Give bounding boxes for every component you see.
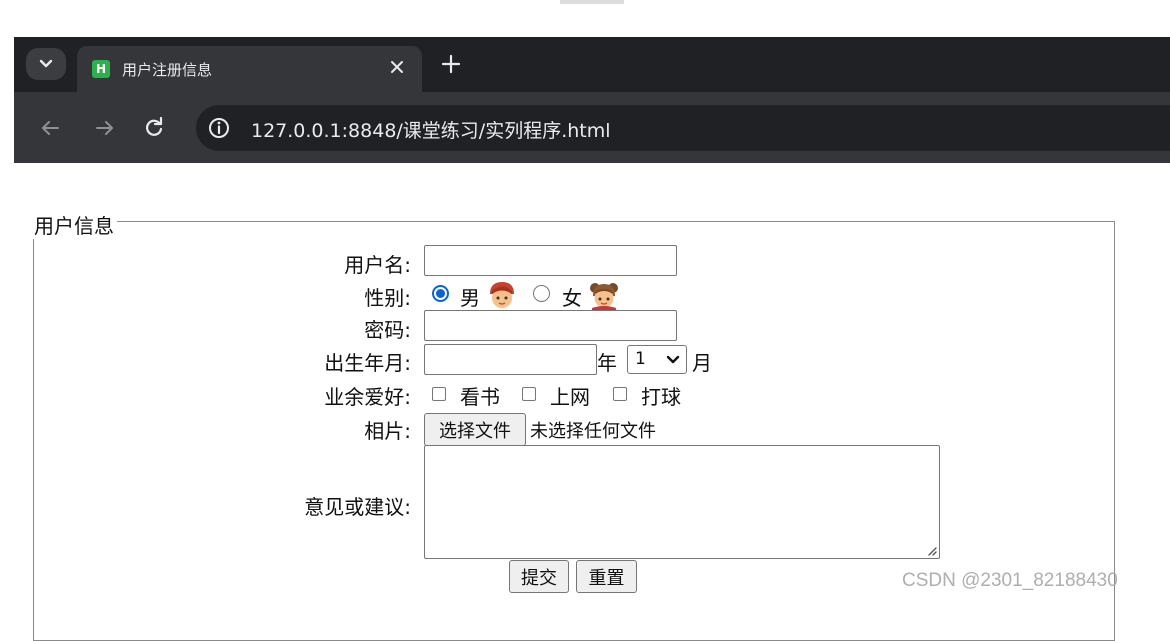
csdn-watermark: CSDN @2301_82188430 xyxy=(902,570,1118,591)
plus-icon[interactable] xyxy=(440,53,462,75)
tab-title: 用户注册信息 xyxy=(122,61,213,79)
suggestion-label: 意见或建议: xyxy=(304,495,411,519)
tab-active[interactable]: H 用户注册信息 xyxy=(77,46,422,92)
username-input[interactable] xyxy=(424,245,677,276)
gender-female-radio[interactable] xyxy=(533,285,550,302)
birth-month-select[interactable]: 1 xyxy=(627,345,687,374)
back-arrow-icon[interactable] xyxy=(38,116,62,140)
suggestion-textarea[interactable] xyxy=(424,445,940,559)
gender-label: 性别: xyxy=(364,286,411,310)
reload-icon[interactable] xyxy=(142,116,166,140)
hobby-ball-checkbox[interactable] xyxy=(613,387,627,401)
birth-month-value: 1 xyxy=(635,349,646,369)
desktop-top-strip xyxy=(0,0,1170,37)
password-label: 密码: xyxy=(364,318,411,342)
address-bar[interactable]: 127.0.0.1:8848/课堂练习/实列程序.html xyxy=(196,105,1170,151)
birth-label: 出生年月: xyxy=(324,351,411,375)
username-label: 用户名: xyxy=(344,253,411,277)
top-strip-marker xyxy=(560,0,624,4)
page-content: 用户信息 用户名: 性别: 男 女 密码: 出生年月: 年 1 月 业余爱好: … xyxy=(14,163,1170,641)
browser-window: H 用户注册信息 127.0.0.1:8848/课堂练习/实列程序.html 用… xyxy=(14,37,1170,641)
choose-file-button[interactable]: 选择文件 xyxy=(424,413,526,446)
chevron-down-icon xyxy=(39,59,53,68)
month-suffix: 月 xyxy=(692,351,712,375)
forward-arrow-icon[interactable] xyxy=(93,116,117,140)
boy-face-icon xyxy=(490,282,514,308)
year-suffix: 年 xyxy=(597,351,617,375)
tab-search-button[interactable] xyxy=(26,48,66,80)
password-input[interactable] xyxy=(424,310,677,341)
hobby-ball-label: 打球 xyxy=(641,385,681,409)
address-url: 127.0.0.1:8848/课堂练习/实列程序.html xyxy=(251,120,611,142)
browser-toolbar: 127.0.0.1:8848/课堂练习/实列程序.html xyxy=(14,92,1170,163)
gender-male-radio[interactable] xyxy=(432,285,449,302)
birth-year-input[interactable] xyxy=(424,344,597,375)
chevron-down-icon xyxy=(666,355,680,364)
fieldset-legend: 用户信息 xyxy=(31,210,117,239)
tab-strip: H 用户注册信息 xyxy=(14,37,1170,92)
girl-face-icon xyxy=(590,283,618,312)
reset-button[interactable]: 重置 xyxy=(576,560,637,593)
site-info-icon[interactable] xyxy=(206,115,232,141)
submit-button[interactable]: 提交 xyxy=(509,560,569,593)
photo-label: 相片: xyxy=(364,419,411,443)
close-icon[interactable] xyxy=(386,56,408,78)
hobby-reading-checkbox[interactable] xyxy=(432,387,446,401)
hbuilder-favicon-icon: H xyxy=(92,60,110,78)
hobbies-label: 业余爱好: xyxy=(324,385,411,409)
hobby-internet-label: 上网 xyxy=(550,385,590,409)
resize-grip-icon[interactable] xyxy=(925,544,937,556)
hobby-internet-checkbox[interactable] xyxy=(522,387,536,401)
file-status: 未选择任何文件 xyxy=(530,421,656,442)
hobby-reading-label: 看书 xyxy=(460,385,500,409)
gender-female-label: 女 xyxy=(562,286,582,310)
gender-male-label: 男 xyxy=(460,286,480,310)
